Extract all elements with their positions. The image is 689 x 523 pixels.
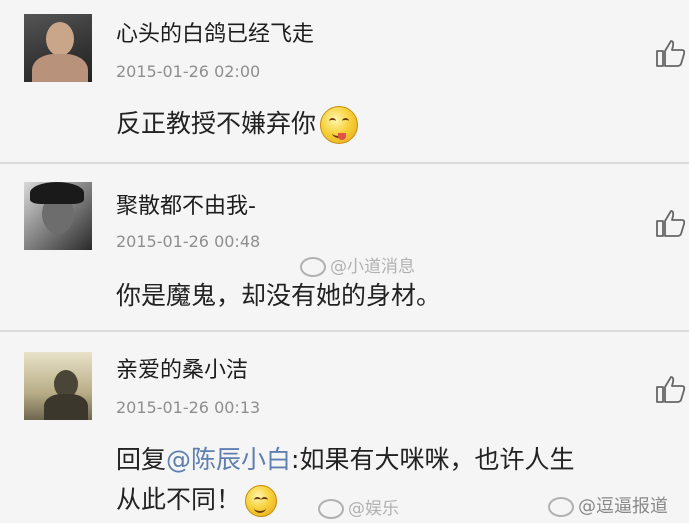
comment-text-content: 从此不同！: [116, 485, 242, 514]
comment-username[interactable]: 聚散都不由我-: [116, 188, 256, 220]
comment-item: 心头的白鸽已经飞走 2015-01-26 02:00 反正教授不嫌弃你: [0, 0, 689, 160]
watermark: @逗逼报道: [548, 492, 668, 518]
comment-timestamp: 2015-01-26 00:13: [116, 398, 261, 417]
thumbs-up-icon[interactable]: [655, 208, 687, 238]
weibo-icon: [318, 499, 344, 519]
comment-timestamp: 2015-01-26 02:00: [116, 62, 261, 81]
thumbs-up-icon[interactable]: [655, 374, 687, 404]
watermark-text: @娱乐: [348, 499, 399, 519]
weibo-icon: [300, 257, 326, 277]
comment-text: 反正教授不嫌弃你: [116, 104, 359, 144]
smirk-tongue-emoji-icon: [320, 106, 359, 144]
comment-timestamp: 2015-01-26 00:48: [116, 232, 261, 251]
comment-text: 你是魔鬼，却没有她的身材。: [116, 281, 442, 310]
comment-item: 聚散都不由我- 2015-01-26 00:48 你是魔鬼，却没有她的身材。: [0, 164, 689, 330]
blush-emoji-icon: [245, 485, 278, 517]
watermark-text: @小道消息: [330, 257, 415, 277]
watermark: @小道消息: [300, 252, 415, 277]
weibo-icon: [548, 497, 574, 517]
watermark-text: @逗逼报道: [578, 496, 668, 517]
avatar[interactable]: [24, 352, 92, 420]
comment-username[interactable]: 心头的白鸽已经飞走: [116, 16, 314, 48]
comment-text-line2: 从此不同！: [116, 480, 278, 517]
thumbs-up-icon[interactable]: [655, 38, 687, 68]
avatar[interactable]: [24, 14, 92, 82]
comment-text-content: 反正教授不嫌弃你: [116, 109, 317, 138]
reply-prefix: 回复: [116, 445, 167, 474]
avatar[interactable]: [24, 182, 92, 250]
comment-text: 回复@陈辰小白:如果有大咪咪，也许人生: [116, 440, 574, 476]
watermark: @娱乐: [318, 494, 399, 519]
mention-link[interactable]: @陈辰小白: [166, 445, 291, 474]
comment-username[interactable]: 亲爱的桑小洁: [116, 352, 248, 384]
reply-text: :如果有大咪咪，也许人生: [291, 445, 575, 474]
